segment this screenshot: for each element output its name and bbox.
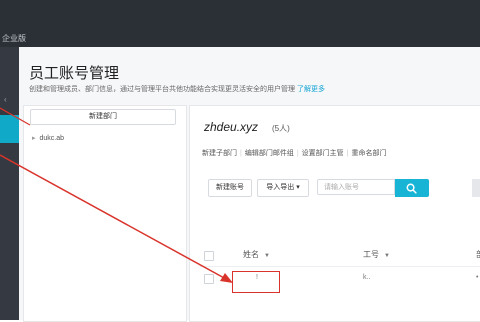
annotation-arrow xyxy=(0,107,233,283)
